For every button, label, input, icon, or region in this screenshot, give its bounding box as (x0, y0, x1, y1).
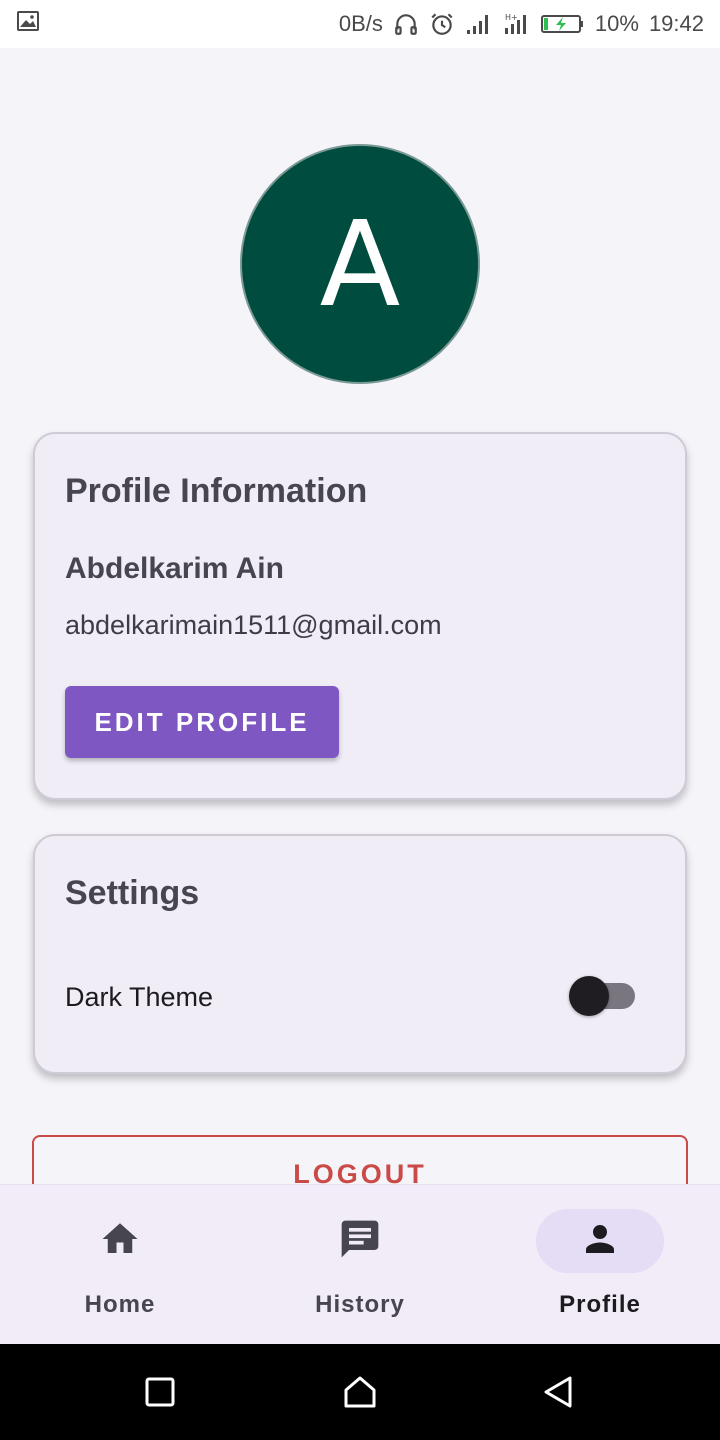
nav-item-home[interactable]: Home (0, 1185, 240, 1345)
toggle-thumb (569, 976, 609, 1016)
nav-pill-history (296, 1209, 424, 1273)
signal-icon (465, 12, 493, 36)
nav-pill-home (56, 1209, 184, 1273)
alarm-icon (429, 11, 455, 37)
status-bar: 0B/s H+ 10% 19:42 (0, 0, 720, 48)
user-name: Abdelkarim Ain (65, 552, 284, 585)
system-nav-bar (0, 1344, 720, 1440)
battery-charging-icon (540, 12, 585, 36)
avatar-initial: A (319, 195, 401, 333)
chat-history-icon (338, 1217, 382, 1266)
nav-item-profile[interactable]: Profile (480, 1185, 720, 1345)
user-email: abdelkarimain1511@gmail.com (65, 610, 442, 640)
image-notification-icon (16, 9, 40, 39)
dark-theme-label: Dark Theme (65, 982, 214, 1012)
profile-info-title: Profile Information (65, 472, 368, 510)
person-icon (579, 1218, 621, 1265)
signal-hplus-icon: H+ (503, 12, 531, 36)
edit-profile-button[interactable]: EDIT PROFILE (65, 686, 339, 758)
bottom-nav: Home History Profile (0, 1184, 720, 1344)
nav-label-home: Home (84, 1291, 156, 1318)
settings-title: Settings (65, 874, 200, 912)
home-system-icon[interactable] (342, 1374, 378, 1415)
nav-item-history[interactable]: History (240, 1185, 480, 1345)
headphones-icon (393, 11, 419, 37)
svg-text:H+: H+ (505, 13, 518, 22)
dark-theme-toggle[interactable] (569, 976, 637, 1016)
profile-info-card: Profile Information Abdelkarim Ain abdel… (33, 432, 687, 800)
net-speed: 0B/s (338, 11, 383, 36)
recents-icon[interactable] (144, 1374, 176, 1415)
avatar: A (240, 144, 480, 384)
battery-percent: 10% (594, 11, 639, 36)
settings-card: Settings Dark Theme (33, 834, 687, 1074)
home-icon (99, 1218, 141, 1265)
clock: 19:42 (648, 11, 704, 36)
nav-label-history: History (315, 1291, 405, 1318)
nav-pill-profile (536, 1209, 664, 1273)
nav-label-profile: Profile (559, 1291, 641, 1318)
back-icon[interactable] (542, 1374, 574, 1415)
